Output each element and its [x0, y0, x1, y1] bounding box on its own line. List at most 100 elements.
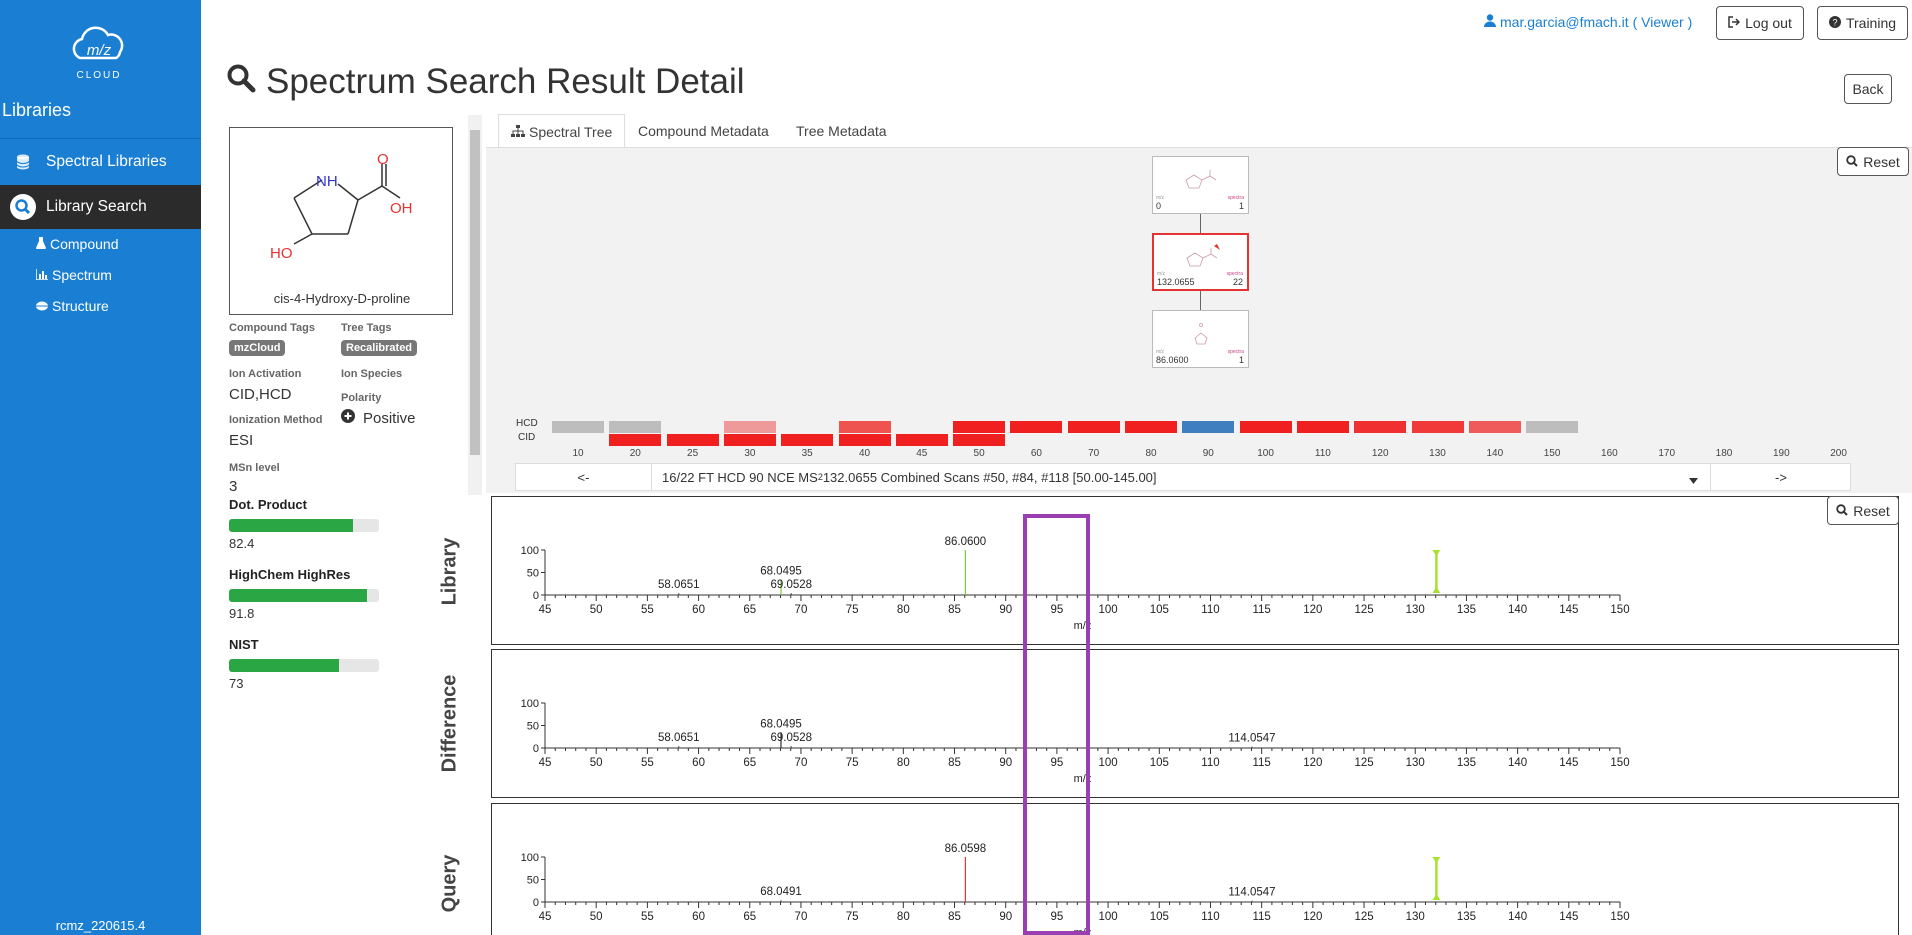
hcd-cell[interactable]: [1354, 421, 1407, 433]
node-spectra-count: 1: [1238, 201, 1244, 211]
sidebar-subitem-label: Spectrum: [52, 267, 112, 283]
hcd-cell[interactable]: [1411, 421, 1464, 433]
scan-select[interactable]: 16/22 FT HCD 90 NCE MS 2 132.0655 Combine…: [651, 464, 1711, 490]
x-tick-label: 75: [846, 911, 859, 923]
hcd-cell[interactable]: [723, 421, 776, 433]
x-tick-label: 80: [897, 757, 910, 769]
training-button[interactable]: ? Training: [1817, 6, 1908, 40]
tab-compound-metadata[interactable]: Compound Metadata: [626, 114, 781, 148]
search-icon: [1836, 503, 1848, 519]
database-icon: [0, 154, 46, 170]
polarity-label: Polarity: [341, 392, 382, 404]
scan-navigator: <- 16/22 FT HCD 90 NCE MS 2 132.0655 Comb…: [515, 463, 1851, 491]
sidebar-item-spectral-libraries[interactable]: Spectral Libraries: [0, 140, 201, 184]
y-tick-label: 100: [521, 698, 539, 710]
tab-tree-metadata[interactable]: Tree Metadata: [784, 114, 899, 148]
search-icon: [1846, 154, 1858, 170]
x-tick-label: 135: [1457, 757, 1476, 769]
heatmap-tick-label: 45: [916, 448, 928, 459]
heatmap-tick-label: 170: [1658, 448, 1676, 459]
x-tick-label: 85: [948, 757, 961, 769]
library-spectrum-chart[interactable]: 05010045 50 55 60 65 70 75 80 85 90 95 100 105 110 115…: [492, 497, 1898, 644]
hcd-cell[interactable]: [1296, 421, 1349, 433]
mzcloud-logo[interactable]: m/z CLOUD: [66, 22, 132, 82]
x-tick-label: 125: [1354, 757, 1373, 769]
x-tick-label: 150: [1610, 911, 1629, 923]
x-tick-label: 90: [999, 911, 1012, 923]
precursor-marker-cap: [1432, 894, 1441, 900]
tree-reset-button[interactable]: Reset: [1837, 147, 1909, 176]
x-tick-label: 145: [1559, 911, 1578, 923]
spectrum-reset-button[interactable]: Reset: [1827, 496, 1899, 525]
user-icon: [1484, 14, 1496, 30]
cid-cell[interactable]: [723, 434, 776, 446]
cid-cell[interactable]: [838, 434, 891, 446]
scrollbar-thumb[interactable]: [470, 130, 480, 455]
user-link[interactable]: mar.garcia@fmach.it ( Viewer ): [1484, 14, 1692, 30]
hcd-cell[interactable]: [1067, 421, 1120, 433]
x-tick-label: 140: [1508, 604, 1527, 616]
x-tick-label: 65: [743, 604, 756, 616]
peak-label: 69.0528: [770, 579, 812, 591]
back-button[interactable]: Back: [1844, 74, 1892, 104]
y-tick-label: 100: [521, 545, 539, 557]
node-structure-thumb: [1186, 244, 1220, 267]
tree-tag-badge[interactable]: Recalibrated: [341, 340, 418, 356]
node-spectra-count: 22: [1232, 277, 1243, 287]
heatmap-tick-label: 50: [973, 448, 985, 459]
hcd-cell[interactable]: [1526, 421, 1579, 433]
hcd-cell[interactable]: [552, 421, 604, 433]
x-tick-label: 115: [1252, 604, 1270, 616]
cid-cell[interactable]: [895, 434, 948, 446]
search-icon: [0, 193, 46, 221]
logout-button[interactable]: Log out: [1716, 6, 1804, 40]
difference-spectrum-chart[interactable]: 05010045 50 55 60 65 70 75 80 85 90 95 100 105 110 115…: [492, 650, 1898, 797]
sidebar-subitem-structure[interactable]: Structure: [36, 298, 109, 314]
compound-tag-badge[interactable]: mzCloud: [229, 340, 286, 356]
next-scan-button[interactable]: ->: [1712, 464, 1850, 490]
hcd-cell[interactable]: [1182, 421, 1235, 433]
y-tick-label: 50: [527, 721, 539, 733]
hcd-cell[interactable]: [1010, 421, 1063, 433]
cid-cell[interactable]: [781, 434, 834, 446]
x-tick-label: 50: [590, 604, 603, 616]
tree-edge: [1200, 214, 1201, 233]
x-tick-label: 80: [897, 911, 910, 923]
sidebar-subitem-spectrum[interactable]: Spectrum: [35, 267, 112, 283]
y-tick-label: 0: [533, 590, 539, 602]
cid-cell[interactable]: [666, 434, 719, 446]
x-tick-label: 140: [1508, 757, 1527, 769]
cid-cell[interactable]: [609, 434, 662, 446]
hcd-cell[interactable]: [609, 421, 662, 433]
hcd-cell[interactable]: [1239, 421, 1292, 433]
polarity-value: Positive: [341, 409, 416, 427]
tree-node-selected[interactable]: m/z spectra 132.0655 22: [1152, 233, 1249, 291]
highlight-box: [1023, 514, 1090, 935]
tree-node[interactable]: m/z spectra 0 1: [1152, 156, 1249, 214]
x-tick-label: 45: [539, 757, 552, 769]
hcd-cell[interactable]: [953, 421, 1006, 433]
hcd-cell[interactable]: [838, 421, 891, 433]
cid-cell[interactable]: [953, 434, 1006, 446]
score-label: Dot. Product: [229, 497, 307, 512]
sidebar-subitem-compound[interactable]: Compound: [36, 236, 119, 252]
x-tick-label: 50: [590, 911, 603, 923]
sidebar-lower: [0, 323, 201, 935]
heatmap-tick-label: 150: [1543, 448, 1561, 459]
hcd-cell[interactable]: [1125, 421, 1177, 433]
prev-scan-button[interactable]: <-: [516, 464, 651, 490]
score-bar: [229, 589, 379, 602]
y-tick-label: 0: [533, 897, 539, 909]
logout-icon: [1728, 15, 1741, 31]
hcd-cell[interactable]: [1468, 421, 1521, 433]
library-spectrum-panel: 0 50 100 45 50 55 60 65 70 75 80 85 90 95 100 105 110 115…: [491, 496, 1899, 645]
node-mz: 132.0655: [1157, 277, 1195, 287]
heatmap-tick-label: 160: [1601, 448, 1618, 459]
x-tick-label: 55: [641, 757, 654, 769]
query-spectrum-chart[interactable]: 05010045 50 55 60 65 70 75 80 85 90 95 100 105 110 115…: [492, 804, 1898, 935]
tab-spectral-tree[interactable]: Spectral Tree: [498, 114, 626, 148]
sidebar-item-library-search[interactable]: Library Search: [0, 185, 201, 229]
sidebar-subitem-label: Structure: [52, 298, 109, 314]
x-tick-label: 75: [846, 757, 859, 769]
tree-node[interactable]: m/z spectra 86.0600 1: [1152, 310, 1249, 368]
